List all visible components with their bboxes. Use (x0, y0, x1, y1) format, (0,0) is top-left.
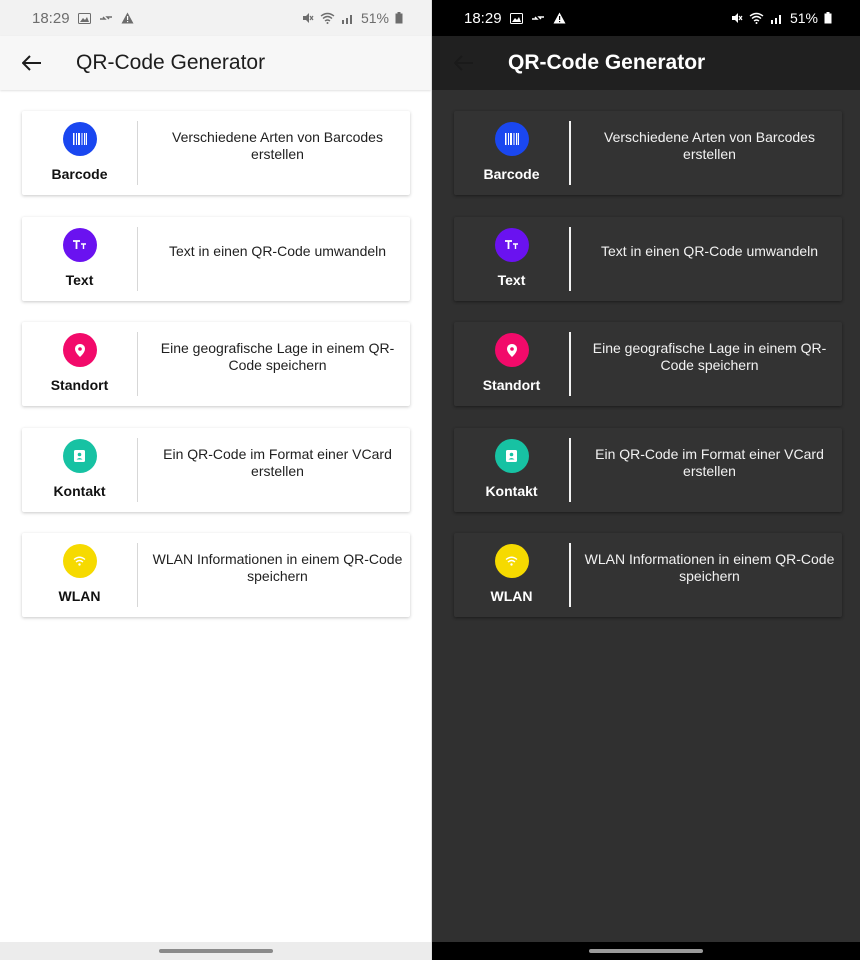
contact-card-icon (506, 449, 517, 462)
navigation-bar (0, 942, 431, 960)
card-label: Text (65, 271, 94, 288)
home-gesture-handle[interactable] (158, 949, 273, 953)
card-description: Ein QR-Code im Format einer VCard erstel… (163, 445, 392, 479)
card-label: Barcode (483, 166, 540, 182)
card-text[interactable]: Text Text in einen QR-Code umwandeln (454, 216, 842, 301)
card-label: WLAN (58, 588, 101, 604)
dark-theme-screen: 18:29 51% QR-Code Generator Barcode Vers… (432, 0, 860, 960)
light-theme-screen: 18:29 51% QR-Code Generator Barcode Vers… (0, 0, 431, 960)
card-description: Eine geografische Lage in einem QR-Code … (160, 340, 395, 373)
card-divider (569, 226, 571, 291)
back-button[interactable] (20, 51, 44, 75)
card-barcode[interactable]: Barcode Verschiedene Arten von Barcodes … (454, 111, 842, 195)
card-description: Eine geografische Lage in einem QR-Code … (592, 340, 827, 373)
status-bar: 18:29 51% (432, 0, 860, 36)
battery-percent: 51% (360, 10, 389, 26)
barcode-icon (72, 133, 87, 145)
card-wlan[interactable]: WLAN WLAN Informationen in einem QR-Code… (454, 533, 842, 617)
card-description: Verschiedene Arten von Barcodes erstelle… (172, 129, 383, 162)
warning-icon (121, 12, 134, 24)
gallery-icon (509, 12, 523, 24)
arrow-left-icon (454, 55, 473, 71)
barcode-icon (504, 133, 519, 145)
wifi-icon (73, 556, 86, 566)
wifi-status-icon (320, 12, 335, 24)
location-pin-icon (74, 343, 85, 357)
card-standort[interactable]: Standort Eine geografische Lage in einem… (454, 322, 842, 406)
card-divider (137, 543, 138, 607)
card-divider (137, 437, 138, 502)
card-label: Kontakt (53, 482, 106, 499)
card-standort[interactable]: Standort Eine geografische Lage in einem… (22, 322, 410, 406)
card-description: Text in einen QR-Code umwandeln (600, 243, 819, 259)
battery-percent: 51% (789, 10, 818, 26)
card-label: WLAN (490, 588, 533, 604)
card-description: WLAN Informationen in einem QR-Code spei… (584, 551, 835, 584)
card-label: Text (497, 271, 526, 288)
card-description: Text in einen QR-Code umwandeln (168, 243, 387, 259)
page-title: QR-Code Generator (76, 51, 266, 74)
text-format-icon (72, 239, 86, 249)
wifi-status-icon (749, 12, 764, 24)
card-description: Verschiedene Arten von Barcodes erstelle… (604, 129, 815, 162)
card-kontakt[interactable]: Kontakt Ein QR-Code im Format einer VCar… (454, 427, 842, 512)
arrow-left-icon (22, 55, 41, 71)
status-time: 18:29 (32, 9, 70, 27)
card-divider (569, 332, 571, 396)
card-label: Standort (482, 377, 541, 393)
card-divider (569, 121, 571, 185)
status-time: 18:29 (464, 9, 502, 27)
home-gesture-handle[interactable] (589, 949, 703, 953)
card-divider (569, 543, 571, 607)
mute-icon (302, 13, 314, 23)
card-description: Ein QR-Code im Format einer VCard erstel… (595, 445, 824, 479)
location-pin-icon (506, 343, 517, 357)
battery-icon (395, 12, 403, 24)
mute-icon (731, 13, 743, 23)
status-bar: 18:29 51% (0, 0, 431, 36)
generator-list: Barcode Verschiedene Arten von Barcodes … (22, 111, 410, 639)
signal-icon (770, 15, 781, 24)
card-text[interactable]: Text Text in einen QR-Code umwandeln (22, 216, 410, 301)
card-barcode[interactable]: Barcode Verschiedene Arten von Barcodes … (22, 111, 410, 195)
text-format-icon (504, 239, 518, 249)
gallery-icon (77, 12, 91, 24)
app-bar: QR-Code Generator (432, 36, 860, 90)
back-button[interactable] (452, 51, 476, 75)
wifi-icon (505, 556, 518, 566)
warning-icon (553, 12, 566, 24)
page-title: QR-Code Generator (508, 51, 706, 74)
card-label: Standort (50, 377, 109, 393)
generator-list: Barcode Verschiedene Arten von Barcodes … (454, 111, 842, 639)
card-kontakt[interactable]: Kontakt Ein QR-Code im Format einer VCar… (22, 427, 410, 512)
card-description: WLAN Informationen in einem QR-Code spei… (152, 551, 403, 584)
card-label: Kontakt (485, 482, 538, 499)
card-wlan[interactable]: WLAN WLAN Informationen in einem QR-Code… (22, 533, 410, 617)
app-bar: QR-Code Generator (0, 36, 431, 90)
battery-icon (824, 12, 832, 24)
card-divider (569, 437, 571, 502)
sync-icon (99, 16, 112, 20)
navigation-bar (432, 942, 860, 960)
signal-icon (341, 15, 352, 24)
card-label: Barcode (51, 166, 108, 182)
sync-icon (531, 16, 544, 20)
card-divider (137, 121, 138, 185)
card-divider (137, 226, 138, 291)
card-divider (137, 332, 138, 396)
contact-card-icon (74, 449, 85, 462)
